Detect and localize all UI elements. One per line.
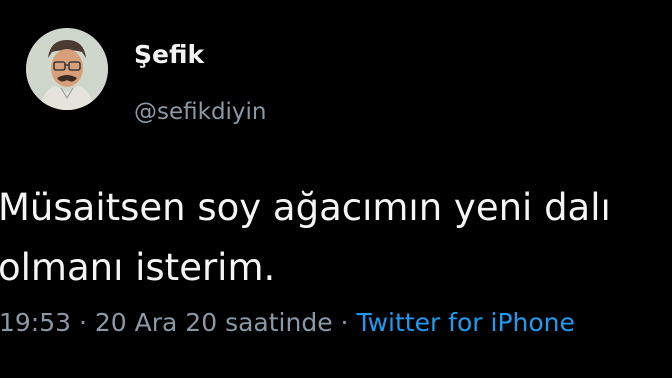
display-name[interactable]: Şefik xyxy=(134,40,204,69)
meta-separator: · xyxy=(79,308,87,337)
tweet-time[interactable]: 19:53 xyxy=(0,308,71,337)
tweet-source-link[interactable]: Twitter for iPhone xyxy=(356,308,574,337)
tweet-card: Şefik @sefikdiyin Müsaitsen soy ağacımın… xyxy=(0,0,672,378)
tweet-text: Müsaitsen soy ağacımın yeni dalı olmanı … xyxy=(0,186,611,289)
avatar[interactable] xyxy=(26,28,108,110)
tweet-date[interactable]: 20 Ara 20 saatinde xyxy=(95,308,333,337)
tweet-metadata: 19:53 · 20 Ara 20 saatinde · Twitter for… xyxy=(0,308,575,337)
meta-separator-source: · xyxy=(340,308,349,337)
user-handle[interactable]: @sefikdiyin xyxy=(134,99,267,125)
cartoon-man-avatar-icon xyxy=(26,28,108,110)
